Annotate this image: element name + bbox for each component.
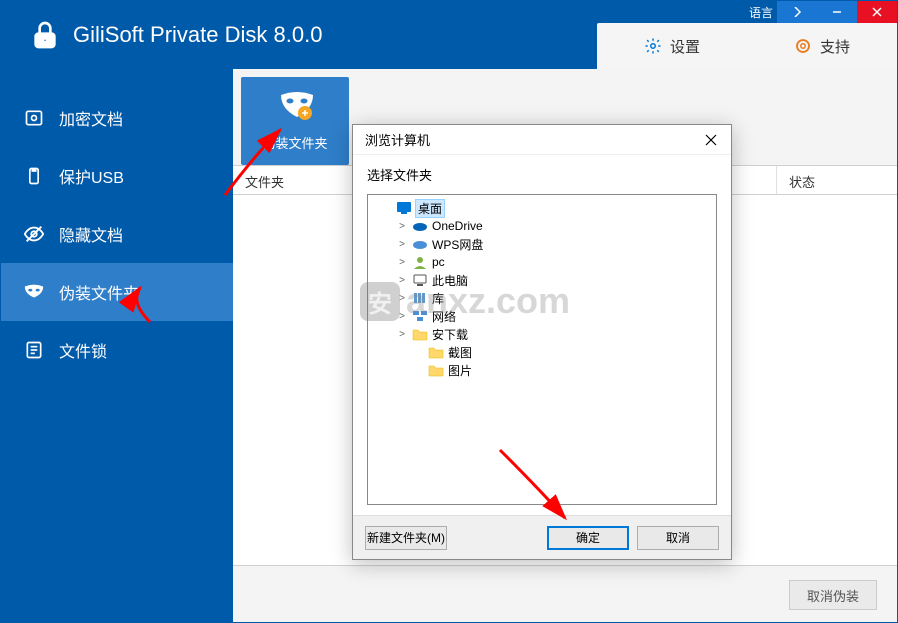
tree-item-label: 此电脑 — [432, 272, 468, 289]
tree-item-label: 截图 — [448, 344, 472, 361]
close-button[interactable] — [857, 1, 897, 23]
sidebar-item-label: 隐藏文档 — [59, 222, 123, 246]
tree-item[interactable]: 桌面 — [372, 199, 712, 217]
new-folder-button[interactable]: 新建文件夹(M) — [365, 526, 447, 550]
tree-toggle-icon[interactable]: > — [396, 293, 408, 304]
lock-icon — [29, 19, 61, 51]
tree-item[interactable]: > WPS网盘 — [372, 235, 712, 253]
cancel-button[interactable]: 取消 — [637, 526, 719, 550]
minimize-button[interactable] — [817, 1, 857, 23]
tab-support-label: 支持 — [820, 36, 850, 57]
tree-toggle-icon[interactable]: > — [396, 257, 408, 268]
tree-item-label: WPS网盘 — [432, 236, 483, 253]
file-lock-icon — [23, 339, 45, 361]
sidebar: 加密文档 保护USB 隐藏文档 伪装文件夹 文件锁 — [1, 69, 233, 622]
dialog-close-button[interactable] — [699, 128, 723, 152]
sidebar-item-label: 加密文档 — [59, 106, 123, 130]
language-label: 语言 — [749, 4, 773, 21]
grid-col-status[interactable]: 状态 — [777, 166, 897, 194]
sidebar-item-label: 伪装文件夹 — [59, 280, 139, 304]
dialog-body: 选择文件夹 桌面>OneDrive>WPS网盘>pc>此电脑>库>网络>安下载截… — [353, 155, 731, 515]
sidebar-item-encrypt[interactable]: 加密文档 — [1, 89, 233, 147]
tree-item-label: OneDrive — [432, 219, 483, 233]
folder-icon — [412, 327, 428, 341]
sidebar-item-disguise[interactable]: 伪装文件夹 — [1, 263, 233, 321]
gear-icon — [644, 37, 662, 55]
dialog-titlebar: 浏览计算机 — [353, 125, 731, 155]
net-icon — [412, 309, 428, 323]
tree-item[interactable]: > 此电脑 — [372, 271, 712, 289]
tree-item[interactable]: 图片 — [372, 361, 712, 379]
tree-toggle-icon[interactable]: > — [396, 275, 408, 286]
tree-item-label: 库 — [432, 290, 444, 307]
titlebar-left: GiliSoft Private Disk 8.0.0 — [1, 1, 322, 51]
mask-icon — [23, 281, 45, 303]
tree-item[interactable]: > OneDrive — [372, 217, 712, 235]
sidebar-item-label: 保护USB — [59, 164, 124, 188]
tree-item-label: 安下载 — [432, 326, 468, 343]
sidebar-item-usb[interactable]: 保护USB — [1, 147, 233, 205]
onedrive-icon — [412, 219, 428, 233]
sidebar-item-hide[interactable]: 隐藏文档 — [1, 205, 233, 263]
tree-toggle-icon[interactable]: > — [396, 239, 408, 250]
sidebar-item-lock[interactable]: 文件锁 — [1, 321, 233, 379]
wps-icon — [412, 237, 428, 251]
tree-item[interactable]: > 安下载 — [372, 325, 712, 343]
tab-header-label: 伪装文件夹 — [262, 133, 327, 152]
user-icon — [412, 255, 428, 269]
tree-toggle-icon[interactable]: > — [396, 311, 408, 322]
tab-support[interactable]: 支持 — [747, 23, 897, 69]
browse-dialog: 浏览计算机 选择文件夹 桌面>OneDrive>WPS网盘>pc>此电脑>库>网… — [352, 124, 732, 560]
titlebar: GiliSoft Private Disk 8.0.0 语言 设置 — [1, 1, 897, 69]
tree-toggle-icon[interactable]: > — [396, 329, 408, 340]
top-tabs: 设置 支持 — [597, 23, 897, 69]
usb-icon — [23, 165, 45, 187]
app-title: GiliSoft Private Disk 8.0.0 — [73, 22, 322, 48]
sidebar-item-label: 文件锁 — [59, 338, 107, 362]
tab-settings-label: 设置 — [670, 36, 700, 57]
tree-toggle-icon[interactable]: > — [396, 221, 408, 232]
tree-item-label: 图片 — [448, 362, 472, 379]
folder-tree[interactable]: 桌面>OneDrive>WPS网盘>pc>此电脑>库>网络>安下载截图图片 — [367, 194, 717, 505]
folder-icon — [428, 345, 444, 359]
tab-settings[interactable]: 设置 — [597, 23, 747, 69]
support-icon — [794, 37, 812, 55]
dialog-select-label: 选择文件夹 — [367, 165, 717, 184]
safe-icon — [23, 107, 45, 129]
folder-icon — [428, 363, 444, 377]
language-dropdown-button[interactable] — [777, 1, 817, 23]
dialog-button-bar: 新建文件夹(M) 确定 取消 — [353, 515, 731, 559]
tree-item[interactable]: 截图 — [372, 343, 712, 361]
lib-icon — [412, 291, 428, 305]
tree-item-label: pc — [432, 255, 445, 269]
window-controls: 语言 — [749, 1, 897, 23]
tree-item-label: 网络 — [432, 308, 456, 325]
pc-icon — [412, 273, 428, 287]
cancel-disguise-button[interactable]: 取消伪装 — [789, 580, 877, 610]
disguise-tab-header[interactable]: 伪装文件夹 — [241, 77, 349, 165]
desktop-icon — [396, 201, 412, 215]
tree-item-label: 桌面 — [416, 200, 444, 217]
tree-item[interactable]: > pc — [372, 253, 712, 271]
dialog-title: 浏览计算机 — [365, 130, 430, 149]
eye-slash-icon — [23, 223, 45, 245]
tree-item[interactable]: >库 — [372, 289, 712, 307]
tree-item[interactable]: > 网络 — [372, 307, 712, 325]
ok-button[interactable]: 确定 — [547, 526, 629, 550]
mask-folder-icon — [277, 91, 313, 127]
